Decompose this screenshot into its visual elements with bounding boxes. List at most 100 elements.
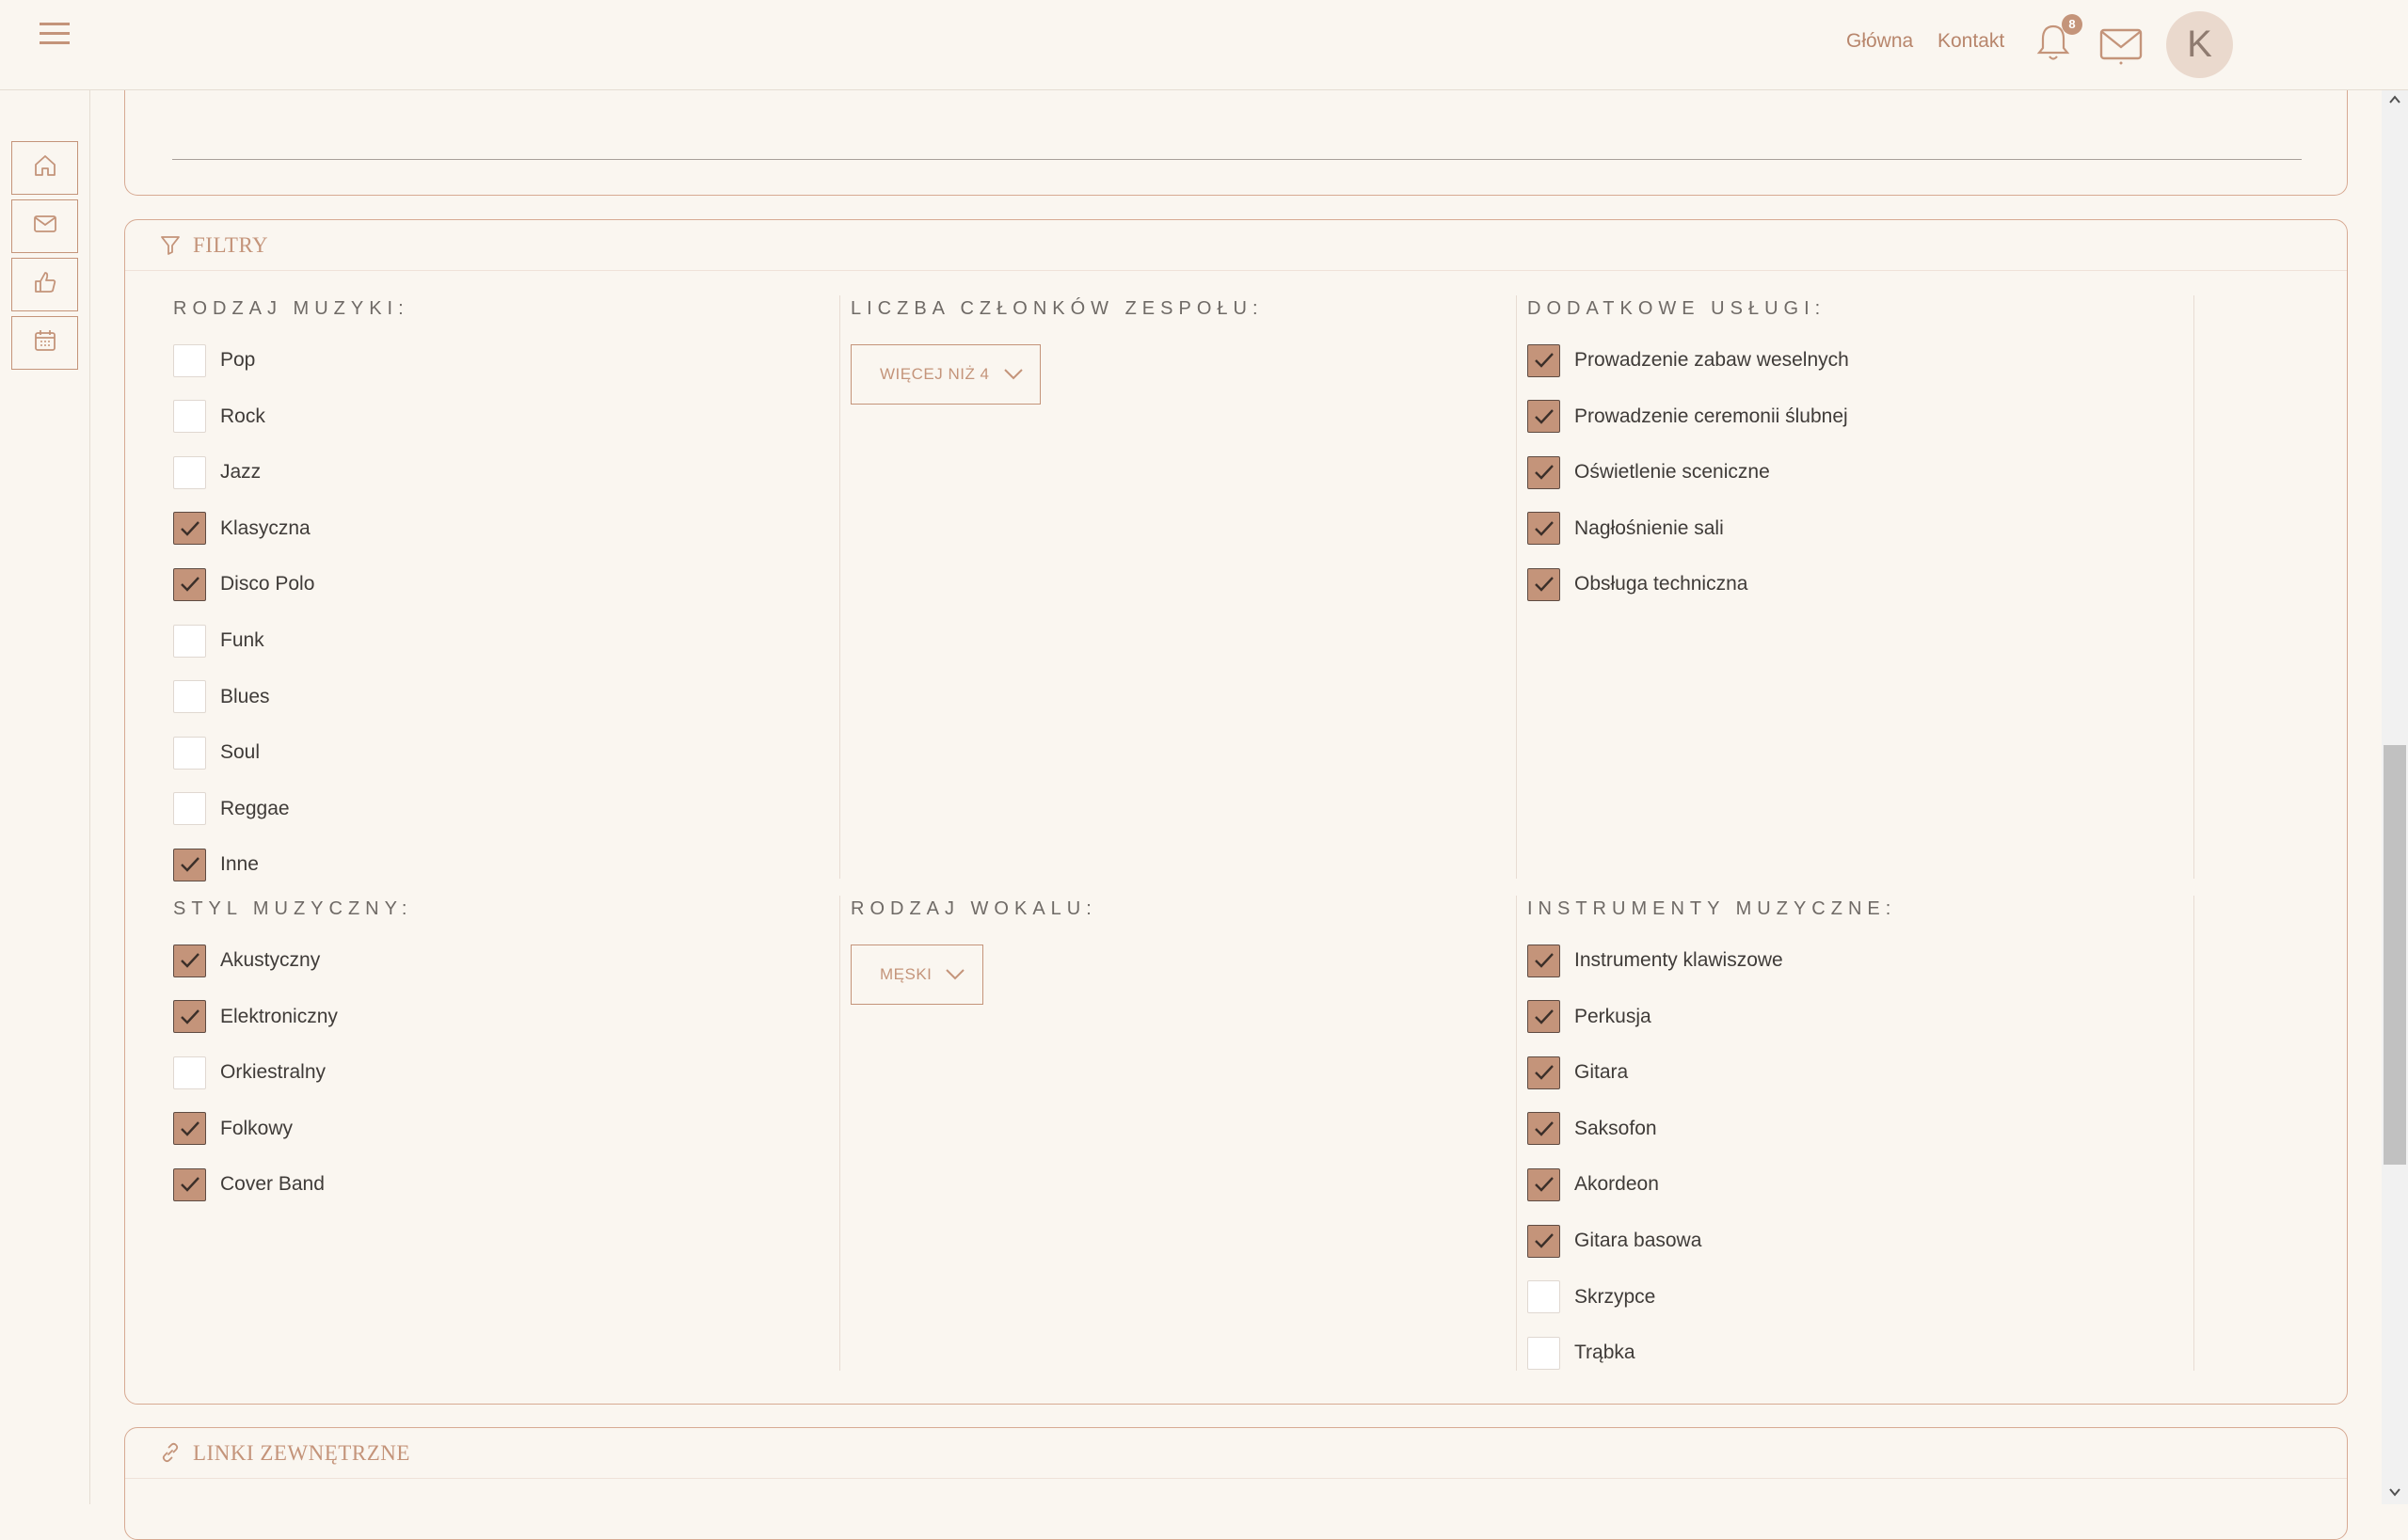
checkbox[interactable] xyxy=(173,1000,206,1034)
music-style-option[interactable]: Cover Band xyxy=(173,1167,325,1201)
checkbox-label: Jazz xyxy=(220,461,262,484)
music-style-option[interactable]: Akustyczny xyxy=(173,944,320,977)
checkbox[interactable] xyxy=(173,343,206,377)
checkbox-label: Skrzypce xyxy=(1574,1285,1656,1308)
user-avatar[interactable]: K xyxy=(2166,11,2233,78)
instrument-option[interactable]: Saksofon xyxy=(1527,1112,1657,1146)
music-style-option[interactable]: Orkiestralny xyxy=(173,1056,326,1089)
extra-service-option[interactable]: Oświetlenie sceniczne xyxy=(1527,455,1770,489)
checkbox-label: Klasyczna xyxy=(220,516,311,539)
checkbox[interactable] xyxy=(173,567,206,601)
checkbox-label: Gitara basowa xyxy=(1574,1230,1702,1251)
checkmark-icon xyxy=(180,953,199,968)
checkbox[interactable] xyxy=(1527,400,1560,434)
checkbox[interactable] xyxy=(1527,512,1560,546)
members-count-title: LICZBA CZŁONKÓW ZESPOŁU: xyxy=(851,298,1264,319)
music-type-option[interactable]: Soul xyxy=(173,736,260,770)
checkbox-label: Prowadzenie ceremonii ślubnej xyxy=(1574,405,1848,427)
checkbox[interactable] xyxy=(1527,1167,1560,1201)
checkbox[interactable] xyxy=(1527,1000,1560,1034)
instrument-option[interactable]: Instrumenty klawiszowe xyxy=(1527,944,1783,977)
sidebar-calendar-button[interactable] xyxy=(11,316,78,370)
checkbox[interactable] xyxy=(173,400,206,434)
members-count-value: WIĘCEJ NIŻ 4 xyxy=(880,365,990,383)
extra-service-option[interactable]: Prowadzenie zabaw weselnych xyxy=(1527,343,1849,377)
checkbox[interactable] xyxy=(1527,1280,1560,1314)
music-type-option[interactable]: Pop xyxy=(173,343,255,377)
checkbox[interactable] xyxy=(1527,1224,1560,1258)
music-type-option[interactable]: Funk xyxy=(173,624,264,658)
instruments-title: INSTRUMENTY MUZYCZNE: xyxy=(1527,898,1897,919)
music-type-option[interactable]: Reggae xyxy=(173,792,290,826)
checkbox[interactable] xyxy=(173,944,206,977)
chevron-down-icon xyxy=(1003,368,1024,381)
checkbox-label: Pop xyxy=(220,349,256,371)
instrument-option[interactable]: Gitara basowa xyxy=(1527,1224,1701,1258)
column-divider xyxy=(839,896,840,1371)
column-divider xyxy=(839,295,840,879)
music-type-option[interactable]: Blues xyxy=(173,680,270,714)
instrument-option[interactable]: Akordeon xyxy=(1527,1167,1659,1201)
sidebar-favorites-button[interactable] xyxy=(11,258,78,311)
music-type-option[interactable]: Disco Polo xyxy=(173,567,314,601)
checkbox[interactable] xyxy=(173,512,206,546)
instrument-option[interactable]: Trąbka xyxy=(1527,1336,1635,1370)
checkbox[interactable] xyxy=(1527,1056,1560,1089)
checkbox[interactable] xyxy=(173,1167,206,1201)
checkbox[interactable] xyxy=(1527,567,1560,601)
hamburger-menu-icon[interactable] xyxy=(38,19,72,49)
checkbox[interactable] xyxy=(1527,343,1560,377)
checkbox[interactable] xyxy=(173,1112,206,1146)
vocal-type-select[interactable]: MĘSKI xyxy=(851,945,983,1005)
checkbox[interactable] xyxy=(173,792,206,826)
checkbox[interactable] xyxy=(173,680,206,714)
scrollbar-thumb[interactable] xyxy=(2384,745,2406,1165)
instrument-option[interactable]: Skrzypce xyxy=(1527,1280,1655,1314)
checkmark-icon xyxy=(1534,1065,1554,1080)
checkbox-label: Obsługa techniczna xyxy=(1574,573,1748,595)
mail-icon xyxy=(32,211,58,242)
scroll-up-arrow-icon[interactable] xyxy=(2387,92,2402,107)
extra-service-option[interactable]: Nagłośnienie sali xyxy=(1527,512,1724,546)
checkbox[interactable] xyxy=(1527,455,1560,489)
music-type-option[interactable]: Klasyczna xyxy=(173,512,311,546)
checkbox[interactable] xyxy=(1527,944,1560,977)
sidebar-messages-button[interactable] xyxy=(11,199,78,253)
checkbox[interactable] xyxy=(173,455,206,489)
extra-service-option[interactable]: Obsługa techniczna xyxy=(1527,567,1747,601)
external-links-header[interactable]: LINKI ZEWNĘTRZNE xyxy=(125,1428,2347,1479)
checkbox[interactable] xyxy=(1527,1112,1560,1146)
music-type-option[interactable]: Inne xyxy=(173,848,259,881)
music-type-option[interactable]: Jazz xyxy=(173,455,261,489)
filters-header[interactable]: FILTRY xyxy=(125,220,2347,271)
nav-link-home[interactable]: Główna xyxy=(1846,30,1913,53)
checkbox[interactable] xyxy=(173,624,206,658)
checkbox-label: Funk xyxy=(220,629,264,651)
music-type-option[interactable]: Rock xyxy=(173,400,265,434)
music-style-option[interactable]: Elektroniczny xyxy=(173,1000,338,1034)
top-header: Główna Kontakt 8 K xyxy=(0,0,2408,90)
checkbox[interactable] xyxy=(1527,1336,1560,1370)
members-count-select[interactable]: WIĘCEJ NIŻ 4 xyxy=(851,344,1041,405)
scroll-down-arrow-icon[interactable] xyxy=(2387,1484,2402,1500)
checkbox[interactable] xyxy=(173,848,206,881)
column-divider xyxy=(2193,295,2194,879)
checkmark-icon xyxy=(1534,1177,1554,1193)
column-divider xyxy=(1516,896,1517,1371)
extra-services-title: DODATKOWE USŁUGI: xyxy=(1527,298,1826,319)
filter-funnel-icon xyxy=(159,233,182,256)
sidebar-home-button[interactable] xyxy=(11,141,78,195)
checkbox[interactable] xyxy=(173,736,206,770)
checkbox-label: Trąbka xyxy=(1574,1342,1635,1364)
checkbox[interactable] xyxy=(173,1056,206,1089)
checkbox-label: Blues xyxy=(220,685,270,707)
checkbox-label: Reggae xyxy=(220,797,290,819)
checkmark-icon xyxy=(180,857,199,873)
music-style-option[interactable]: Folkowy xyxy=(173,1112,293,1146)
instrument-option[interactable]: Gitara xyxy=(1527,1056,1628,1089)
messages-mail-icon[interactable] xyxy=(2098,24,2144,66)
checkbox-label: Saksofon xyxy=(1574,1117,1657,1139)
nav-link-contact[interactable]: Kontakt xyxy=(1938,30,2004,53)
extra-service-option[interactable]: Prowadzenie ceremonii ślubnej xyxy=(1527,400,1848,434)
instrument-option[interactable]: Perkusja xyxy=(1527,1000,1651,1034)
